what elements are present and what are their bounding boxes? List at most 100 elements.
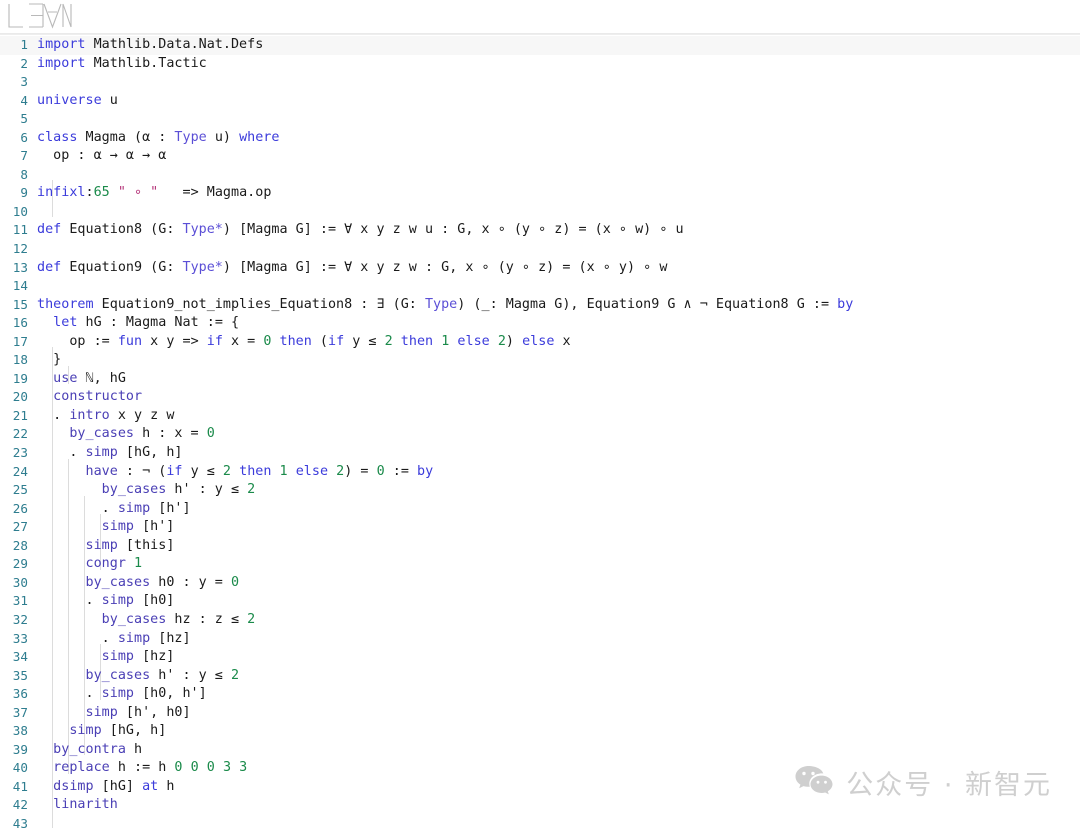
code-text[interactable]: . simp [h'] <box>28 500 191 519</box>
code-line[interactable]: 32 by_cases hz : z ≤ 2 <box>0 611 1080 630</box>
code-text[interactable]: simp [this] <box>28 537 174 556</box>
token-pln: Magma (α : <box>77 130 174 145</box>
code-line[interactable]: 29 congr 1 <box>0 555 1080 574</box>
code-lines-container[interactable]: 1import Mathlib.Data.Nat.Defs2import Mat… <box>0 34 1080 828</box>
code-text[interactable]: constructor <box>28 388 142 407</box>
code-line[interactable]: 3 <box>0 73 1080 92</box>
token-pln <box>37 575 86 590</box>
code-text[interactable]: . simp [hz] <box>28 630 191 649</box>
code-text[interactable]: simp [hG, h] <box>28 722 166 741</box>
code-line[interactable]: 7 op : α → α → α <box>0 147 1080 166</box>
code-line[interactable]: 17 op := fun x y => if x = 0 then (if y … <box>0 333 1080 352</box>
code-line[interactable]: 36 . simp [h0, h'] <box>0 685 1080 704</box>
code-text[interactable]: by_cases h' : y ≤ 2 <box>28 667 239 686</box>
line-number: 4 <box>0 92 28 111</box>
token-kw: if <box>166 464 182 479</box>
token-num: 2 <box>385 334 393 349</box>
code-line[interactable]: 27 simp [h'] <box>0 518 1080 537</box>
code-text[interactable]: let hG : Magma Nat := { <box>28 314 239 333</box>
code-line[interactable]: 33 . simp [hz] <box>0 630 1080 649</box>
code-text[interactable]: have : ¬ (if y ≤ 2 then 1 else 2) = 0 :=… <box>28 463 433 482</box>
token-kw: class <box>37 130 77 145</box>
line-number: 39 <box>0 741 28 760</box>
code-line[interactable]: 16 let hG : Magma Nat := { <box>0 314 1080 333</box>
token-kw: at <box>142 779 158 794</box>
token-pln <box>490 334 498 349</box>
code-text[interactable]: . simp [hG, h] <box>28 444 182 463</box>
code-text[interactable]: use ℕ, hG <box>28 370 126 389</box>
token-kw: then <box>239 464 271 479</box>
code-line[interactable]: 12 <box>0 240 1080 259</box>
token-tac: linarith <box>53 797 118 812</box>
code-line[interactable]: 19 use ℕ, hG <box>0 370 1080 389</box>
code-line[interactable]: 1import Mathlib.Data.Nat.Defs <box>0 36 1080 55</box>
code-text[interactable]: replace h := h 0 0 0 3 3 <box>28 759 247 778</box>
code-line[interactable]: 18 } <box>0 351 1080 370</box>
code-line[interactable]: 10 <box>0 203 1080 222</box>
code-text[interactable]: infixl:65 " ∘ " => Magma.op <box>28 184 271 203</box>
code-text[interactable]: by_cases h0 : y = 0 <box>28 574 239 593</box>
code-line[interactable]: 9infixl:65 " ∘ " => Magma.op <box>0 184 1080 203</box>
code-text[interactable]: simp [h'] <box>28 518 174 537</box>
code-line[interactable]: 6class Magma (α : Type u) where <box>0 129 1080 148</box>
code-text[interactable]: } <box>28 351 61 370</box>
code-line[interactable]: 11def Equation8 (G: Type*) [Magma G] := … <box>0 221 1080 240</box>
code-line[interactable]: 13def Equation9 (G: Type*) [Magma G] := … <box>0 259 1080 278</box>
code-editor[interactable]: 1import Mathlib.Data.Nat.Defs2import Mat… <box>0 34 1080 828</box>
code-text[interactable]: by_cases h' : y ≤ 2 <box>28 481 255 500</box>
code-line[interactable]: 23 . simp [hG, h] <box>0 444 1080 463</box>
code-text[interactable]: . intro x y z w <box>28 407 174 426</box>
code-text[interactable]: import Mathlib.Data.Nat.Defs <box>28 36 263 55</box>
token-pln: h0 : y = <box>150 575 231 590</box>
code-line[interactable]: 24 have : ¬ (if y ≤ 2 then 1 else 2) = 0… <box>0 463 1080 482</box>
code-line[interactable]: 38 simp [hG, h] <box>0 722 1080 741</box>
code-text[interactable]: class Magma (α : Type u) where <box>28 129 279 148</box>
code-text[interactable]: congr 1 <box>28 555 142 574</box>
code-text[interactable]: simp [hz] <box>28 648 174 667</box>
code-text[interactable]: . simp [h0] <box>28 592 174 611</box>
code-line[interactable]: 39 by_contra h <box>0 741 1080 760</box>
code-text[interactable]: op := fun x y => if x = 0 then (if y ≤ 2… <box>28 333 571 352</box>
token-pln <box>271 464 279 479</box>
code-line[interactable]: 43 <box>0 815 1080 828</box>
code-text[interactable]: linarith <box>28 796 118 815</box>
code-line[interactable]: 14 <box>0 277 1080 296</box>
code-text[interactable]: . simp [h0, h'] <box>28 685 207 704</box>
code-line[interactable]: 25 by_cases h' : y ≤ 2 <box>0 481 1080 500</box>
code-text[interactable]: theorem Equation9_not_implies_Equation8 … <box>28 296 853 315</box>
code-line[interactable]: 26 . simp [h'] <box>0 500 1080 519</box>
code-text[interactable]: universe u <box>28 92 118 111</box>
code-line[interactable]: 21 . intro x y z w <box>0 407 1080 426</box>
code-line[interactable]: 15theorem Equation9_not_implies_Equation… <box>0 296 1080 315</box>
code-text[interactable]: simp [h', h0] <box>28 704 191 723</box>
code-text[interactable]: import Mathlib.Tactic <box>28 55 207 74</box>
code-text[interactable]: by_contra h <box>28 741 142 760</box>
token-kw: then <box>401 334 433 349</box>
token-pln <box>328 464 336 479</box>
code-line[interactable]: 35 by_cases h' : y ≤ 2 <box>0 667 1080 686</box>
vertical-scrollbar[interactable] <box>1066 34 1080 828</box>
code-line[interactable]: 30 by_cases h0 : y = 0 <box>0 574 1080 593</box>
code-line[interactable]: 20 constructor <box>0 388 1080 407</box>
code-line[interactable]: 31 . simp [h0] <box>0 592 1080 611</box>
token-pln: . <box>37 408 69 423</box>
code-line[interactable]: 8 <box>0 166 1080 185</box>
token-pln: hG : Magma Nat := { <box>77 315 239 330</box>
code-text[interactable]: op : α → α → α <box>28 147 166 166</box>
token-pln: ) = <box>344 464 376 479</box>
code-text[interactable]: def Equation8 (G: Type*) [Magma G] := ∀ … <box>28 221 684 240</box>
code-text[interactable]: def Equation9 (G: Type*) [Magma G] := ∀ … <box>28 259 667 278</box>
code-line[interactable]: 34 simp [hz] <box>0 648 1080 667</box>
code-line[interactable]: 5 <box>0 110 1080 129</box>
code-text[interactable]: dsimp [hG] at h <box>28 778 174 797</box>
code-line[interactable]: 4universe u <box>0 92 1080 111</box>
code-text[interactable]: by_cases h : x = 0 <box>28 425 215 444</box>
code-line[interactable]: 2import Mathlib.Tactic <box>0 55 1080 74</box>
code-line[interactable]: 22 by_cases h : x = 0 <box>0 425 1080 444</box>
line-number: 11 <box>0 221 28 240</box>
line-number: 9 <box>0 184 28 203</box>
code-line[interactable]: 37 simp [h', h0] <box>0 704 1080 723</box>
code-text[interactable]: by_cases hz : z ≤ 2 <box>28 611 255 630</box>
token-tac: simp <box>86 538 118 553</box>
code-line[interactable]: 28 simp [this] <box>0 537 1080 556</box>
